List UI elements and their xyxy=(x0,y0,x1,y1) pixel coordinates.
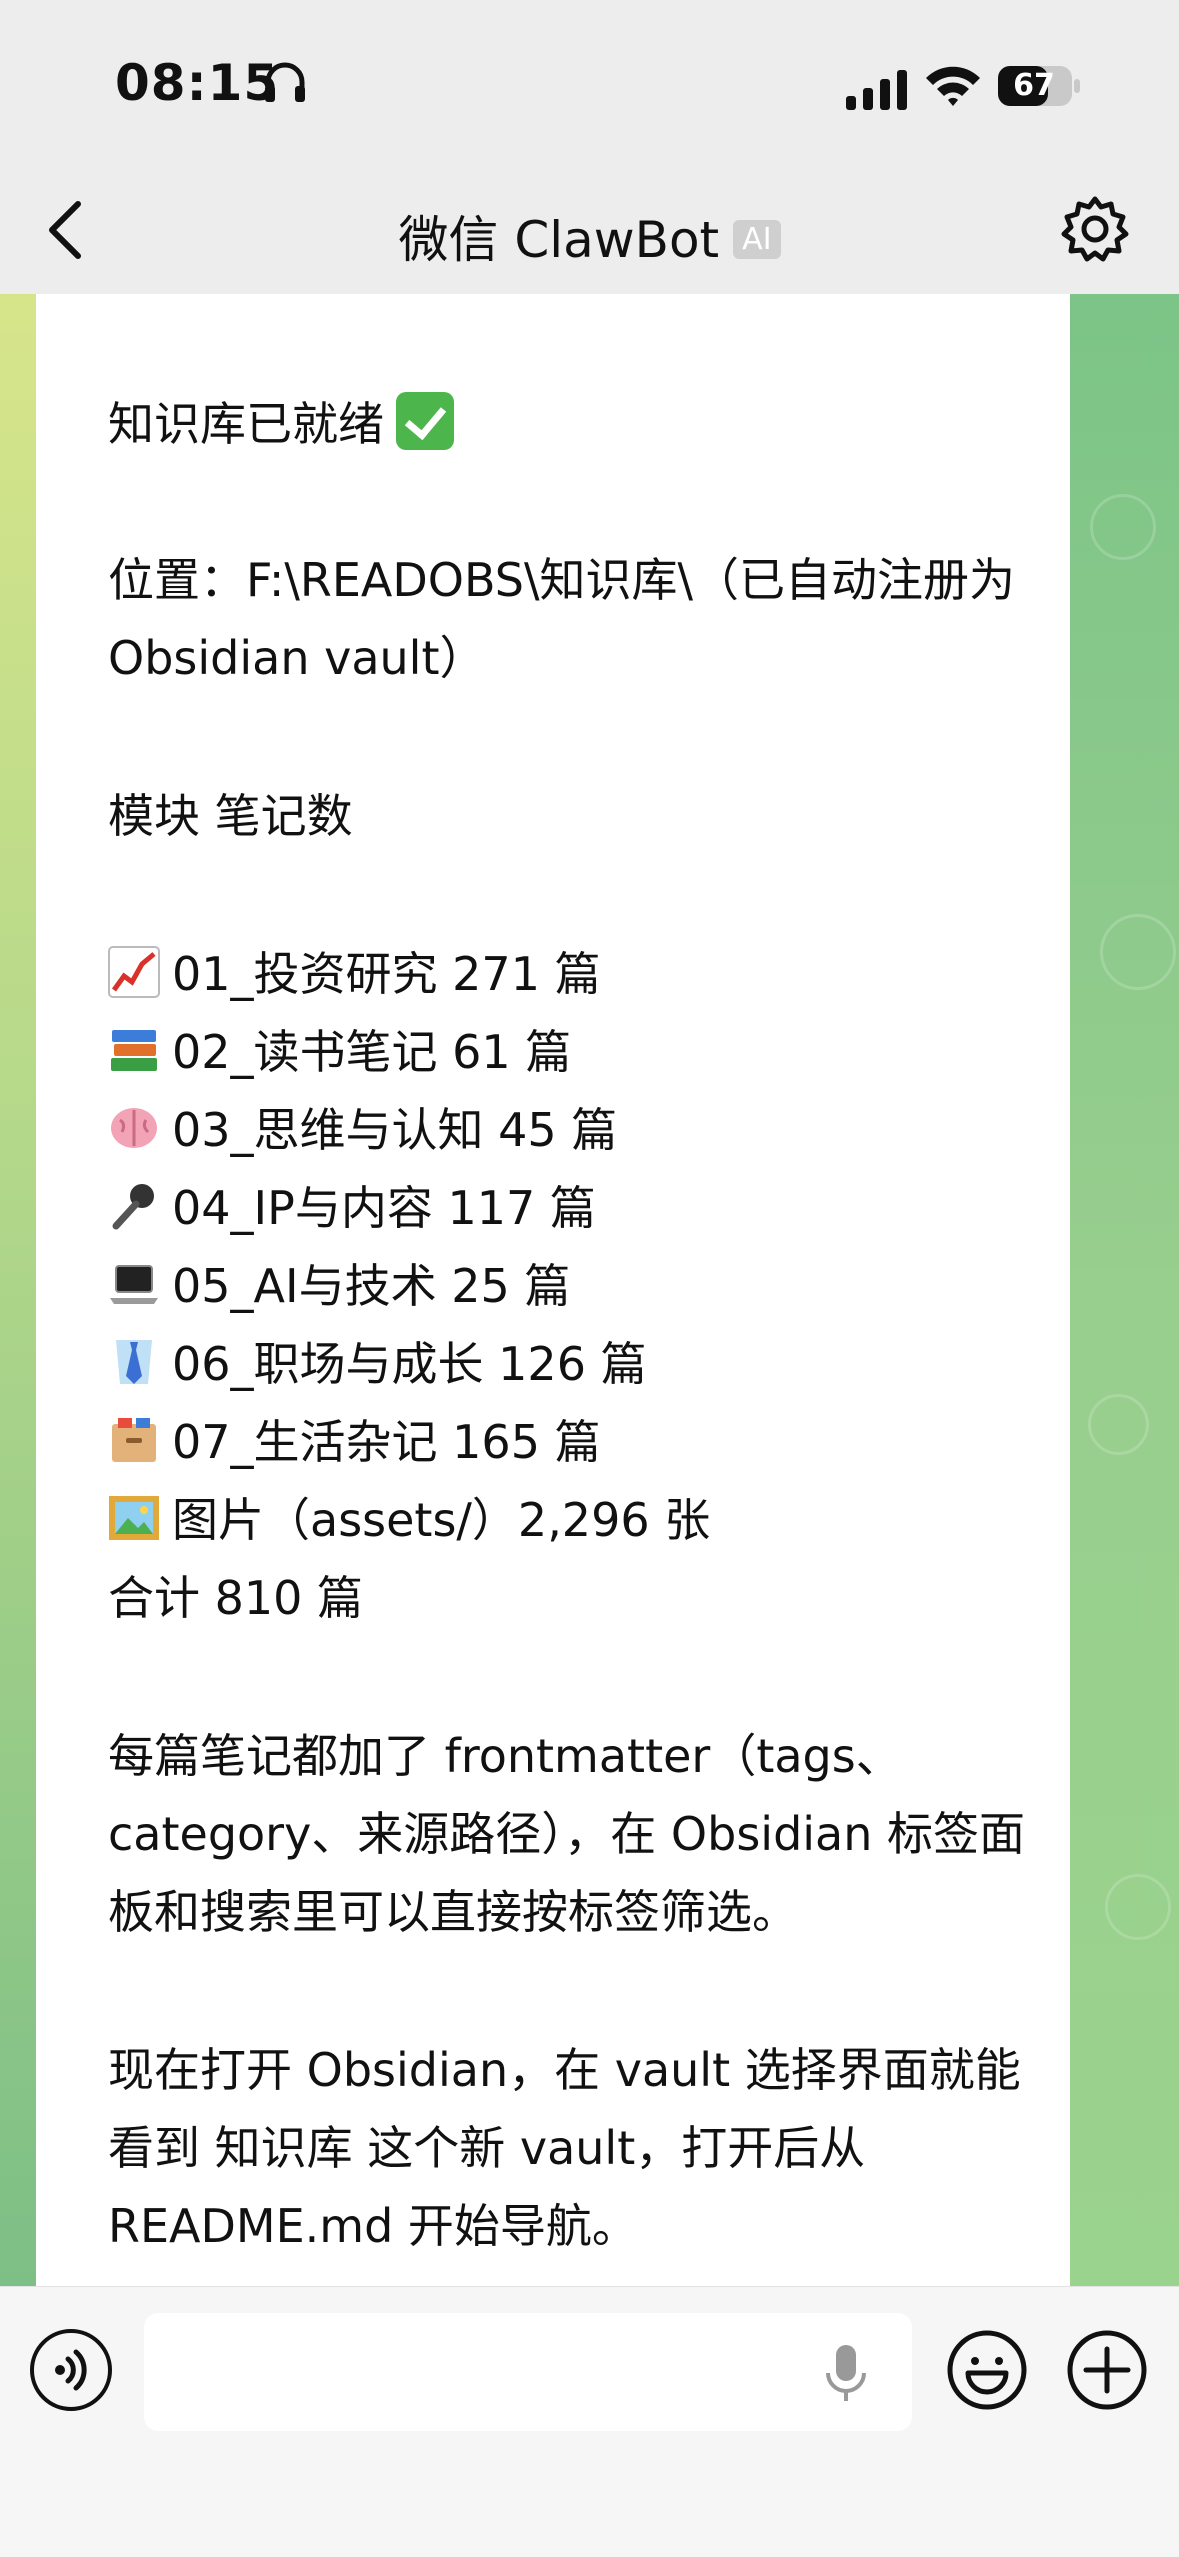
list-item-label: 01_投资研究 271 篇 xyxy=(172,947,601,1001)
status-line: 知识库已就绪 xyxy=(108,392,454,454)
check-mark-icon xyxy=(396,392,454,450)
list-item: 02_读书笔记 61 篇 xyxy=(108,1022,571,1082)
brain-icon xyxy=(111,1108,157,1148)
chat-title-text: 微信 ClawBot xyxy=(398,211,720,269)
laptop-icon xyxy=(110,1265,158,1304)
voice-mode-button[interactable] xyxy=(30,2329,112,2411)
status-bar: 08:15 67 xyxy=(0,0,1179,170)
chart-increasing-icon xyxy=(108,946,160,998)
status-time: 08:15 xyxy=(115,54,280,112)
list-item: 03_思维与认知 45 篇 xyxy=(108,1100,617,1160)
list-item-label: 04_IP与内容 117 篇 xyxy=(172,1181,596,1235)
signal-icon xyxy=(846,70,907,110)
input-bar xyxy=(0,2286,1179,2557)
location-line-1: 位置：F:\READOBS\知识库\（已自动注册为 xyxy=(108,553,1015,607)
list-item: 06_职场与成长 126 篇 xyxy=(108,1334,647,1394)
status-line-text: 知识库已就绪 xyxy=(108,397,384,451)
necktie-icon xyxy=(116,1340,152,1384)
list-item-label: 02_读书笔记 61 篇 xyxy=(172,1025,572,1079)
paragraph-1-line-3: 板和搜索里可以直接按标签筛选。 xyxy=(108,1885,798,1939)
wallpaper-right-edge xyxy=(1070,294,1179,2286)
voice-mode-icon xyxy=(55,2349,87,2391)
chat-header: 微信 ClawBot AI xyxy=(0,170,1179,295)
paragraph-2-line-3: README.md 开始导航。 xyxy=(108,2199,638,2253)
list-item: 07_生活杂记 165 篇 xyxy=(108,1412,601,1472)
paragraph-1-line-1: 每篇笔记都加了 frontmatter（tags、 xyxy=(108,1729,902,1783)
message-bubble[interactable]: 知识库已就绪 位置：F:\READOBS\知识库\（已自动注册为 Obsidia… xyxy=(36,294,1070,2286)
gear-icon[interactable] xyxy=(1060,194,1130,264)
chat-title: 微信 ClawBot AI xyxy=(0,200,1179,272)
microphone-icon[interactable] xyxy=(822,2343,870,2405)
list-item: 04_IP与内容 117 篇 xyxy=(108,1178,596,1238)
list-item-label: 图片（assets/）2,296 张 xyxy=(172,1493,711,1547)
ai-badge: AI xyxy=(733,220,781,259)
books-icon xyxy=(111,1030,157,1071)
list-item: 01_投资研究 271 篇 xyxy=(108,944,601,1004)
paragraph-1-line-2: category、来源路径），在 Obsidian 标签面 xyxy=(108,1807,1026,1861)
list-item: 图片（assets/）2,296 张 xyxy=(108,1490,710,1550)
paragraph-2-line-2: 看到 知识库 这个新 vault，打开后从 xyxy=(108,2121,866,2175)
emoji-icon[interactable] xyxy=(946,2329,1028,2411)
battery-level: 67 xyxy=(1013,68,1055,103)
list-item: 05_AI与技术 25 篇 xyxy=(108,1256,570,1316)
plus-icon[interactable] xyxy=(1066,2329,1148,2411)
total-line: 合计 810 篇 xyxy=(108,1571,364,1625)
list-item-label: 03_思维与认知 45 篇 xyxy=(172,1103,618,1157)
wallpaper-left-edge xyxy=(0,294,36,2286)
list-item-label: 06_职场与成长 126 篇 xyxy=(172,1337,647,1391)
list-item-label: 05_AI与技术 25 篇 xyxy=(172,1259,571,1313)
file-cabinet-icon xyxy=(112,1418,156,1462)
message-input[interactable] xyxy=(144,2313,912,2431)
paragraph-2-line-1: 现在打开 Obsidian，在 vault 选择界面就能 xyxy=(108,2043,1021,2097)
framed-picture-icon xyxy=(109,1496,159,1540)
microphone-icon xyxy=(112,1184,154,1230)
table-header: 模块 笔记数 xyxy=(108,789,353,843)
headphone-icon xyxy=(265,62,305,102)
list-item-label: 07_生活杂记 165 篇 xyxy=(172,1415,601,1469)
wifi-icon xyxy=(926,66,980,106)
location-line-2: Obsidian vault） xyxy=(108,631,486,685)
